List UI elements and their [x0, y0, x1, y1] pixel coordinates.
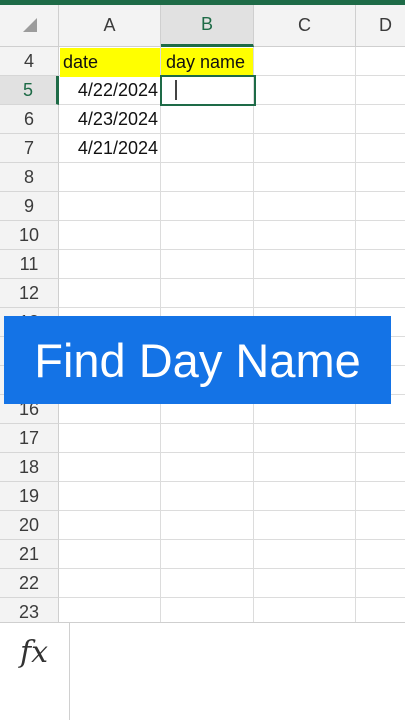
cell-a5[interactable]: 4/22/2024 — [60, 76, 160, 105]
grid-line — [59, 278, 405, 279]
column-header-a[interactable]: A — [59, 5, 161, 47]
row-header-7[interactable]: 7 — [0, 134, 59, 163]
row-header-6[interactable]: 6 — [0, 105, 59, 134]
fx-icon[interactable]: fx — [20, 635, 48, 670]
grid-line — [59, 191, 405, 192]
formula-bar: fx — [0, 622, 405, 720]
row-header-9[interactable]: 9 — [0, 192, 59, 221]
row-header-21[interactable]: 21 — [0, 540, 59, 569]
row-header-19[interactable]: 19 — [0, 482, 59, 511]
row-header-22[interactable]: 22 — [0, 569, 59, 598]
spreadsheet-grid: A B C D 4 5 6 7 8 9 10 11 12 13 14 15 16… — [0, 5, 405, 622]
text-cursor — [175, 80, 177, 100]
row-header-11[interactable]: 11 — [0, 250, 59, 279]
cell-a6[interactable]: 4/23/2024 — [60, 105, 160, 134]
grid-line — [59, 481, 405, 482]
cell-a7[interactable]: 4/21/2024 — [60, 134, 160, 163]
grid-line — [59, 452, 405, 453]
grid-line — [59, 510, 405, 511]
select-all-triangle-icon — [23, 18, 37, 32]
row-header-10[interactable]: 10 — [0, 221, 59, 250]
column-header-d[interactable]: D — [356, 5, 405, 47]
cell-a4[interactable]: date — [60, 48, 160, 77]
row-header-8[interactable]: 8 — [0, 163, 59, 192]
row-header-20[interactable]: 20 — [0, 511, 59, 540]
cell-b4[interactable]: day name — [161, 48, 253, 77]
row-header-23[interactable]: 23 — [0, 598, 59, 622]
grid-line — [59, 220, 405, 221]
row-header-5[interactable]: 5 — [0, 76, 59, 105]
title-banner: Find Day Name — [4, 316, 391, 404]
grid-line — [59, 539, 405, 540]
grid-line — [59, 423, 405, 424]
row-header-18[interactable]: 18 — [0, 453, 59, 482]
grid-line — [59, 249, 405, 250]
row-header-4[interactable]: 4 — [0, 47, 59, 76]
row-header-12[interactable]: 12 — [0, 279, 59, 308]
grid-line — [59, 597, 405, 598]
grid-line — [59, 307, 405, 308]
row-header-17[interactable]: 17 — [0, 424, 59, 453]
column-header-c[interactable]: C — [254, 5, 356, 47]
column-header-b[interactable]: B — [161, 5, 254, 47]
formula-input[interactable] — [70, 623, 405, 720]
grid-line — [59, 568, 405, 569]
select-all-button[interactable] — [0, 5, 59, 47]
